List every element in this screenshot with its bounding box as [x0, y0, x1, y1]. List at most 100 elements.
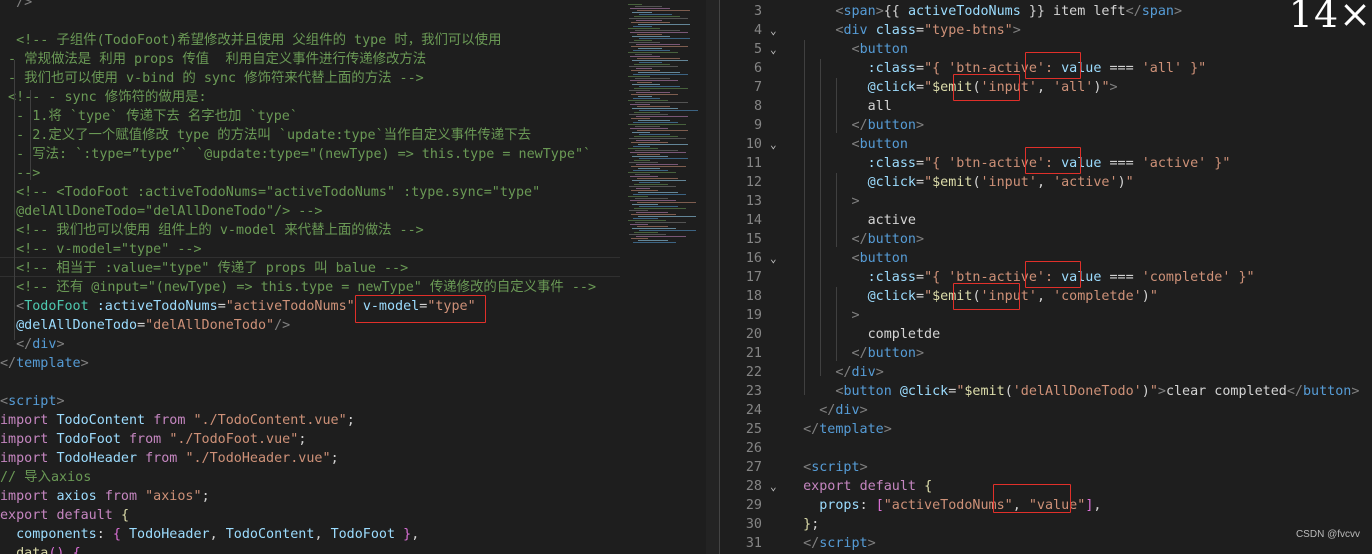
code-line[interactable]: <!-- v-model="type" -->	[0, 240, 201, 259]
code-line[interactable]: @click="$emit('input', 'active')"	[787, 173, 1134, 192]
code-line[interactable]: <button	[787, 135, 908, 154]
code-token: </	[1286, 384, 1303, 399]
code-line[interactable]: </template>	[0, 354, 89, 373]
code-token: span	[1141, 4, 1174, 19]
code-line[interactable]: <button	[787, 40, 908, 59]
code-line[interactable]: import TodoContent from "./TodoContent.v…	[0, 411, 355, 430]
code-token: <!-- 子组件(TodoFoot)希望修改并且使用 父组件的 type 时，我…	[0, 33, 502, 48]
code-line[interactable]: <!-- 我们也可以使用 组件上的 v-model 来代替上面的做法 -->	[0, 221, 424, 240]
minimap-line	[631, 94, 678, 95]
code-line[interactable]: <div class="type-btns">	[787, 21, 1020, 40]
code-token: :class	[867, 270, 916, 285]
code-line[interactable]: </div>	[787, 401, 867, 420]
code-line[interactable]: </div>	[0, 335, 64, 354]
code-line[interactable]: :class="{ 'btn-active': value === 'activ…	[787, 154, 1231, 173]
code-line[interactable]: :class="{ 'btn-active': value === 'compl…	[787, 268, 1255, 287]
minimap-line	[629, 18, 688, 19]
code-line[interactable]: export default {	[0, 506, 129, 525]
code-line[interactable]: import axios from "axios";	[0, 487, 210, 506]
code-line[interactable]: export default {	[787, 477, 932, 496]
code-line[interactable]: import TodoHeader from "./TodoHeader.vue…	[0, 449, 339, 468]
code-token: script	[8, 394, 57, 409]
code-token: >	[916, 346, 925, 361]
code-line[interactable]: @delAllDoneTodo="delAllDoneTodo"/>	[0, 316, 290, 335]
code-token: button	[843, 384, 892, 399]
fold-chevron-icon[interactable]: ⌄	[770, 40, 777, 59]
code-token: >	[851, 308, 860, 323]
code-line[interactable]: };	[787, 515, 819, 534]
code-line[interactable]: data() {	[0, 544, 81, 554]
code-token: value	[1061, 156, 1102, 171]
code-line[interactable]: </button>	[787, 116, 925, 135]
fold-chevron-icon[interactable]: ⌄	[770, 477, 777, 496]
code-line[interactable]: <button	[787, 249, 908, 268]
indent-guide	[820, 59, 821, 376]
code-token: </	[851, 232, 868, 247]
code-token: (	[972, 80, 981, 95]
code-line[interactable]: <!-- 相当于 :value="type" 传递了 props 叫 balue…	[0, 259, 408, 278]
code-line[interactable]: >	[787, 192, 860, 211]
fold-chevron-icon[interactable]: ⌄	[770, 21, 777, 40]
code-line[interactable]: <TodoFoot :activeTodoNums="activeTodoNum…	[0, 297, 476, 316]
code-line[interactable]: <span>{{ activeTodoNums }} item left</sp…	[787, 2, 1182, 21]
code-line[interactable]: // 导入axios	[0, 468, 91, 487]
code-line[interactable]: <!-- 还有 @input="(newType) => this.type =…	[0, 278, 596, 297]
code-line[interactable]: - 我们也可以使用 v-bind 的 sync 修饰符来代替上面的方法 -->	[0, 69, 424, 88]
right-editor-pane[interactable]: 3 4 ⌄ 5 ⌄ 6 7 8 9 10 ⌄ 11 12 13 14 15 16 ⌄ 17 18 19 20 21 22 23 2…	[720, 0, 1372, 554]
fold-chevron-icon[interactable]: ⌄	[770, 135, 777, 154]
code-line[interactable]: active	[787, 211, 916, 230]
code-line[interactable]: <script>	[787, 458, 868, 477]
code-token: >	[867, 536, 876, 551]
code-line[interactable]: components: { TodoHeader, TodoContent, T…	[0, 525, 419, 544]
code-token: "value"	[1028, 498, 1086, 513]
code-token: [	[875, 498, 884, 513]
code-line[interactable]: - 写法: `:type=”type“` `@update:type="(new…	[0, 145, 591, 164]
code-line[interactable]: >	[787, 306, 860, 325]
minimap-line	[635, 150, 678, 151]
code-line[interactable]: </script>	[787, 534, 876, 553]
code-line[interactable]: </div>	[787, 363, 883, 382]
code-line[interactable]: <!-- <TodoFoot :activeTodoNums="activeTo…	[0, 183, 540, 202]
fold-chevron-icon[interactable]: ⌄	[770, 249, 777, 268]
code-token: axios	[56, 489, 97, 504]
code-token: @click	[867, 80, 916, 95]
code-line[interactable]: :class="{ 'btn-active': value === 'all' …	[787, 59, 1207, 78]
code-line[interactable]: @click="$emit('input', 'completde')"	[787, 287, 1158, 306]
code-line[interactable]: - 常规做法是 利用 props 传值 利用自定义事件进行传递修改方法	[0, 50, 426, 69]
code-line[interactable]: all	[787, 97, 892, 116]
code-line[interactable]: </template>	[787, 420, 892, 439]
code-line[interactable]: - 1.将 `type` 传递下去 名字也加 `type`	[0, 107, 298, 126]
code-line[interactable]: props: ["activeTodoNums", "value"],	[787, 496, 1101, 515]
code-token: (	[972, 175, 981, 190]
code-token: >	[875, 4, 884, 19]
code-line[interactable]: <button @click="$emit('delAllDoneTodo')"…	[787, 382, 1359, 401]
left-editor-pane[interactable]: /> <!-- 子组件(TodoFoot)希望修改并且使用 父组件的 type …	[0, 0, 620, 554]
minimap-line	[637, 130, 688, 131]
minimap-line	[636, 188, 650, 189]
indent-guide	[836, 173, 837, 247]
code-token: 'active'	[1053, 175, 1118, 190]
code-line[interactable]: @delAllDoneTodo="delAllDoneTodo"/> -->	[0, 202, 322, 221]
code-token: export	[803, 479, 852, 494]
code-line[interactable]: import TodoFoot from "./TodoFoot.vue";	[0, 430, 306, 449]
code-line[interactable]: - 2.定义了一个赋值修改 type 的方法叫 `update:type`当作自…	[0, 126, 531, 145]
minimap[interactable]	[620, 0, 706, 554]
line-number: 17	[745, 270, 762, 285]
code-token: :	[859, 498, 876, 513]
code-line[interactable]: </button>	[787, 344, 925, 363]
code-line[interactable]: </button>	[787, 230, 925, 249]
code-line[interactable]: <!-- 子组件(TodoFoot)希望修改并且使用 父组件的 type 时，我…	[0, 31, 501, 50]
code-line[interactable]: />	[0, 0, 32, 12]
minimap-line	[630, 56, 660, 57]
code-line[interactable]: <script>	[0, 392, 65, 411]
scrollbar[interactable]	[706, 0, 720, 554]
code-line[interactable]: -->	[0, 164, 40, 183]
indent-guide	[836, 287, 837, 361]
code-token: <!-- 相当于 :value="type" 传递了 props 叫 balue…	[0, 261, 409, 276]
minimap-line	[632, 228, 676, 229]
code-line[interactable]: completde	[787, 325, 941, 344]
code-token: >	[80, 356, 89, 371]
